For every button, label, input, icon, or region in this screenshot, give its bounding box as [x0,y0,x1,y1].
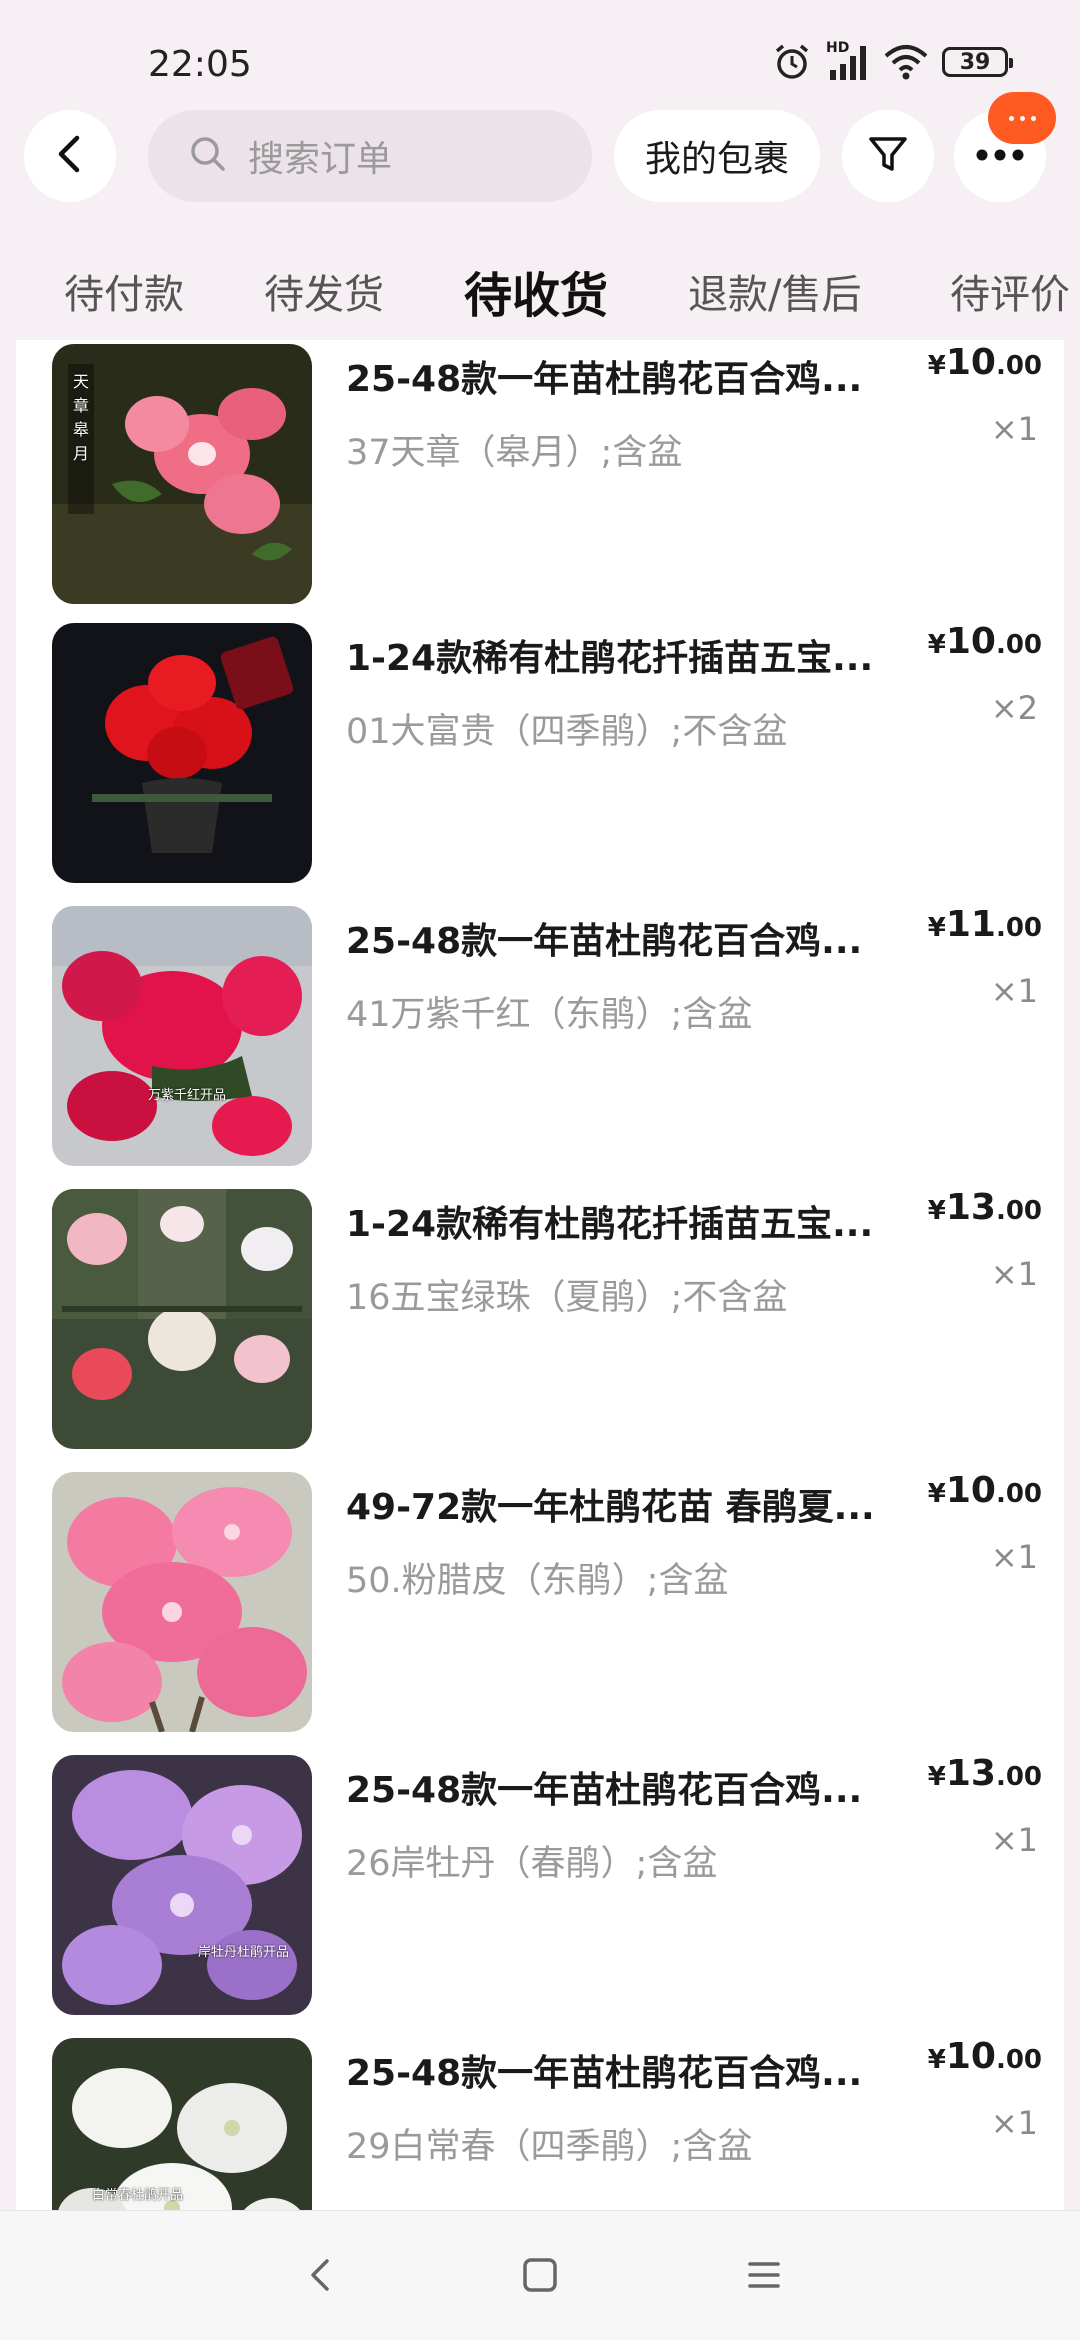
notification-badge[interactable] [988,92,1056,144]
filter-icon [866,132,910,180]
product-title[interactable]: 49-72款一年杜鹃花苗 春鹃夏... [346,1478,936,1530]
list-item[interactable]: 天章皋月 25-48款一年苗杜鹃花百合鸡... 37天章（皋月）;含盆 ¥10.… [16,342,1064,606]
back-button[interactable] [24,110,116,202]
tab-pending-review[interactable]: 待评价 [950,262,1070,320]
product-quantity: ×1 [990,1821,1038,1859]
product-image[interactable] [52,1189,312,1449]
tab-refund-aftersale[interactable]: 退款/售后 [688,262,861,320]
photo-label: 天章皋月 [73,372,90,463]
product-title[interactable]: 25-48款一年苗杜鹃花百合鸡... [346,2044,936,2096]
product-spec: 16五宝绿珠（夏鹃）;不含盆 [346,1278,788,1318]
more-icon [975,147,1025,166]
product-title[interactable]: 25-48款一年苗杜鹃花百合鸡... [346,350,936,402]
list-item[interactable]: 白常春杜鹃开品 25-48款一年苗杜鹃花百合鸡... 29白常春（四季鹃）;含盆… [16,2036,1064,2210]
product-price: ¥10.00 [927,342,1042,383]
list-item[interactable]: 万紫千红开品 25-48款一年苗杜鹃花百合鸡... 41万紫千红（东鹃）;含盆 … [16,904,1064,1168]
list-item[interactable]: 岸牡丹杜鹃开品 25-48款一年苗杜鹃花百合鸡... 26岸牡丹（春鹃）;含盆 … [16,1753,1064,2017]
my-packages-button[interactable]: 我的包裹 [614,110,820,202]
product-spec: 29白常春（四季鹃）;含盆 [346,2127,753,2167]
nav-menu-icon [744,2255,784,2299]
battery-level: 39 [959,49,991,75]
nav-home-icon [520,2255,560,2299]
status-time: 22:05 [148,44,252,85]
photo-label: 岸牡丹杜鹃开品 [198,1945,290,1960]
search-input[interactable]: 搜索订单 [148,110,592,202]
filter-button[interactable] [842,110,934,202]
product-image[interactable]: 白常春杜鹃开品 [52,2038,312,2210]
status-icons: HD 39 [772,40,1013,82]
order-tabs: 待付款 待发货 待收货 退款/售后 待评价 [0,262,1080,332]
tab-pending-payment[interactable]: 待付款 [64,262,184,320]
product-spec: 26岸牡丹（春鹃）;含盆 [346,1844,718,1884]
product-quantity: ×1 [990,1255,1038,1293]
wifi-icon [884,42,928,82]
product-price: ¥11.00 [927,904,1042,945]
order-card: 天章皋月 25-48款一年苗杜鹃花百合鸡... 37天章（皋月）;含盆 ¥10.… [16,340,1064,2210]
nav-back-icon [305,2255,335,2299]
photo-label: 白常春杜鹃开品 [92,2188,184,2203]
search-placeholder: 搜索订单 [248,139,393,180]
product-quantity: ×1 [990,410,1038,448]
signal-icon: HD [826,40,870,82]
product-title[interactable]: 1-24款稀有杜鹃花扦插苗五宝... [346,1195,936,1247]
search-icon [188,134,228,178]
top-nav: 搜索订单 我的包裹 [0,108,1080,204]
alarm-icon [772,42,812,82]
list-item[interactable]: 1-24款稀有杜鹃花扦插苗五宝... 16五宝绿珠（夏鹃）;不含盆 ¥13.00… [16,1187,1064,1451]
product-image[interactable]: 岸牡丹杜鹃开品 [52,1755,312,2015]
product-quantity: ×1 [990,972,1038,1010]
product-price: ¥10.00 [927,2036,1042,2077]
photo-label: 万紫千红开品 [148,1088,227,1103]
product-spec: 01大富贵（四季鹃）;不含盆 [346,712,788,752]
status-bar: 22:05 HD 39 [0,0,1080,100]
product-spec: 41万紫千红（东鹃）;含盆 [346,995,753,1035]
nav-back-button[interactable] [290,2247,350,2307]
product-title[interactable]: 25-48款一年苗杜鹃花百合鸡... [346,912,936,964]
product-quantity: ×1 [990,2104,1038,2142]
battery-icon: 39 [942,47,1013,77]
product-title[interactable]: 1-24款稀有杜鹃花扦插苗五宝... [346,629,936,681]
product-price: ¥13.00 [927,1187,1042,1228]
product-price: ¥10.00 [927,621,1042,662]
product-image[interactable]: 天章皋月 [52,344,312,604]
tab-pending-shipment[interactable]: 待发货 [264,262,384,320]
product-image[interactable] [52,623,312,883]
nav-menu-button[interactable] [734,2247,794,2307]
product-image[interactable] [52,1472,312,1732]
product-spec: 50.粉腊皮（东鹃）;含盆 [346,1561,729,1601]
product-quantity: ×2 [990,689,1038,727]
product-image[interactable]: 万紫千红开品 [52,906,312,1166]
product-spec: 37天章（皋月）;含盆 [346,433,683,473]
back-icon [53,134,87,178]
system-nav-bar [0,2210,1080,2340]
list-item[interactable]: 49-72款一年杜鹃花苗 春鹃夏... 50.粉腊皮（东鹃）;含盆 ¥10.00… [16,1470,1064,1734]
product-quantity: ×1 [990,1538,1038,1576]
product-title[interactable]: 25-48款一年苗杜鹃花百合鸡... [346,1761,936,1813]
nav-home-button[interactable] [510,2247,570,2307]
product-price: ¥10.00 [927,1470,1042,1511]
tab-pending-receipt[interactable]: 待收货 [464,256,608,326]
list-item[interactable]: 1-24款稀有杜鹃花扦插苗五宝... 01大富贵（四季鹃）;不含盆 ¥10.00… [16,621,1064,885]
hd-label: HD [826,40,850,56]
product-price: ¥13.00 [927,1753,1042,1794]
